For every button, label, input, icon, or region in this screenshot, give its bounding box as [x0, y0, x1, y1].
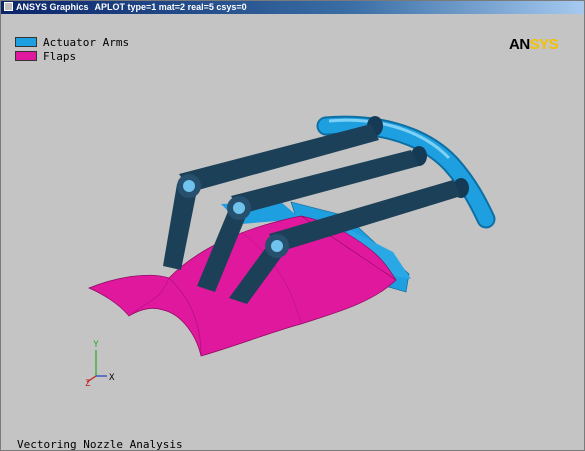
window-title: ANSYS Graphics	[16, 2, 89, 12]
plot-caption: Vectoring Nozzle Analysis	[17, 438, 183, 451]
svg-text:Z: Z	[85, 379, 91, 389]
title-bar[interactable]: ANSYS Graphics APLOT type=1 mat=2 real=5 …	[1, 1, 584, 14]
svg-text:Y: Y	[93, 340, 99, 350]
legend-item-actuator-arms: Actuator Arms	[15, 35, 129, 49]
graphics-viewport[interactable]: Y Z X Actuator Arms Flaps ANSYS Vectorin…	[1, 14, 584, 451]
legend-swatch-flaps	[15, 51, 37, 61]
coordinate-triad: Y Z X	[85, 340, 115, 389]
ansys-graphics-window: ANSYS Graphics APLOT type=1 mat=2 real=5 …	[0, 0, 585, 451]
legend-swatch-arms	[15, 37, 37, 47]
window-subtitle: APLOT type=1 mat=2 real=5 csys=0	[94, 2, 247, 12]
legend-item-flaps: Flaps	[15, 49, 129, 63]
app-icon	[4, 2, 13, 11]
legend-label-flaps: Flaps	[43, 49, 77, 63]
model-render: Y Z X	[85, 115, 496, 389]
legend-label-arms: Actuator Arms	[43, 35, 130, 49]
ansys-logo: ANSYS	[509, 36, 559, 53]
legend: Actuator Arms Flaps	[15, 35, 129, 63]
triad-x-label: X	[109, 373, 115, 383]
